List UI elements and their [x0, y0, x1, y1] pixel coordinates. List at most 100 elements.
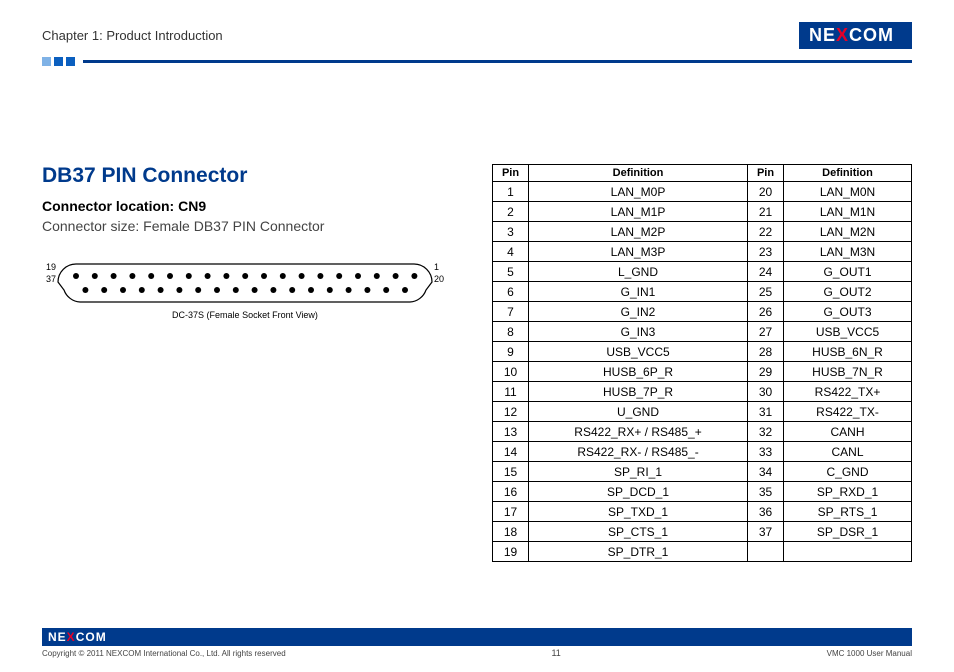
th-def-right: Definition [784, 165, 912, 182]
pin-cell: 15 [493, 462, 529, 482]
table-row: 13RS422_RX+ / RS485_+32CANH [493, 422, 912, 442]
pin-cell: 10 [493, 362, 529, 382]
def-cell: SP_DSR_1 [784, 522, 912, 542]
section-heading: DB37 PIN Connector [42, 164, 448, 188]
pin-label-37: 37 [42, 274, 56, 284]
table-row: 15SP_RI_134C_GND [493, 462, 912, 482]
pin-cell: 36 [748, 502, 784, 522]
def-cell: U_GND [529, 402, 748, 422]
page-number: 11 [551, 648, 560, 658]
logo-pre: NE [809, 25, 836, 45]
th-pin-left: Pin [493, 165, 529, 182]
diagram-caption: DC-37S (Female Socket Front View) [42, 310, 448, 320]
pin-cell: 37 [748, 522, 784, 542]
pin-cell: 1 [493, 182, 529, 202]
def-cell: HUSB_7P_R [529, 382, 748, 402]
footer-logo-bar: NEXCOM [42, 628, 912, 646]
def-cell: SP_RXD_1 [784, 482, 912, 502]
pin-cell: 7 [493, 302, 529, 322]
pin-cell [748, 542, 784, 562]
pin-cell: 4 [493, 242, 529, 262]
footer-logo-x: X [67, 630, 76, 644]
footer-logo-post: COM [76, 630, 107, 644]
pin-cell: 23 [748, 242, 784, 262]
pin-label-19: 19 [42, 262, 56, 272]
pin-cell: 12 [493, 402, 529, 422]
pin-cell: 29 [748, 362, 784, 382]
pin-label-1: 1 [434, 262, 448, 272]
table-row: 12U_GND31RS422_TX- [493, 402, 912, 422]
connector-size: Connector size: Female DB37 PIN Connecto… [42, 218, 448, 234]
def-cell: L_GND [529, 262, 748, 282]
pin-cell: 21 [748, 202, 784, 222]
table-row: 5L_GND24G_OUT1 [493, 262, 912, 282]
table-row: 14RS422_RX- / RS485_-33CANL [493, 442, 912, 462]
pin-cell: 11 [493, 382, 529, 402]
def-cell [784, 542, 912, 562]
def-cell: RS422_RX+ / RS485_+ [529, 422, 748, 442]
def-cell: G_OUT3 [784, 302, 912, 322]
table-row: 9USB_VCC528HUSB_6N_R [493, 342, 912, 362]
def-cell: SP_DCD_1 [529, 482, 748, 502]
copyright-text: Copyright © 2011 NEXCOM International Co… [42, 649, 286, 658]
def-cell: G_IN3 [529, 322, 748, 342]
pin-cell: 18 [493, 522, 529, 542]
pin-cell: 20 [748, 182, 784, 202]
pin-cell: 14 [493, 442, 529, 462]
def-cell: LAN_M2N [784, 222, 912, 242]
table-row: 4LAN_M3P23LAN_M3N [493, 242, 912, 262]
table-row: 10HUSB_6P_R29HUSB_7N_R [493, 362, 912, 382]
def-cell: HUSB_6P_R [529, 362, 748, 382]
def-cell: SP_RI_1 [529, 462, 748, 482]
def-cell: SP_DTR_1 [529, 542, 748, 562]
def-cell: LAN_M3P [529, 242, 748, 262]
def-cell: SP_TXD_1 [529, 502, 748, 522]
def-cell: USB_VCC5 [529, 342, 748, 362]
connector-location: Connector location: CN9 [42, 198, 448, 214]
db37-socket-icon [56, 262, 434, 304]
pin-cell: 26 [748, 302, 784, 322]
pin-cell: 8 [493, 322, 529, 342]
pin-cell: 30 [748, 382, 784, 402]
pin-cell: 16 [493, 482, 529, 502]
def-cell: RS422_TX+ [784, 382, 912, 402]
table-row: 2LAN_M1P21LAN_M1N [493, 202, 912, 222]
brand-logo: NEXCOM [799, 22, 912, 49]
table-row: 3LAN_M2P22LAN_M2N [493, 222, 912, 242]
def-cell: G_OUT2 [784, 282, 912, 302]
footer-logo-pre: NE [48, 630, 67, 644]
def-cell: HUSB_6N_R [784, 342, 912, 362]
pin-cell: 28 [748, 342, 784, 362]
pin-label-20: 20 [434, 274, 448, 284]
manual-name: VMC 1000 User Manual [827, 649, 912, 658]
logo-post: COM [849, 25, 894, 45]
header-rule [42, 54, 912, 68]
def-cell: SP_RTS_1 [784, 502, 912, 522]
def-cell: CANH [784, 422, 912, 442]
pin-cell: 19 [493, 542, 529, 562]
pin-definition-table: Pin Definition Pin Definition 1LAN_M0P20… [492, 164, 912, 562]
logo-x: X [836, 25, 849, 45]
pin-cell: 25 [748, 282, 784, 302]
def-cell: C_GND [784, 462, 912, 482]
def-cell: LAN_M0N [784, 182, 912, 202]
pin-cell: 32 [748, 422, 784, 442]
pin-cell: 5 [493, 262, 529, 282]
def-cell: RS422_TX- [784, 402, 912, 422]
pin-cell: 35 [748, 482, 784, 502]
def-cell: CANL [784, 442, 912, 462]
pin-cell: 27 [748, 322, 784, 342]
def-cell: G_IN2 [529, 302, 748, 322]
chapter-title: Chapter 1: Product Introduction [42, 28, 223, 43]
table-row: 1LAN_M0P20LAN_M0N [493, 182, 912, 202]
def-cell: RS422_RX- / RS485_- [529, 442, 748, 462]
def-cell: G_OUT1 [784, 262, 912, 282]
table-row: 16SP_DCD_135SP_RXD_1 [493, 482, 912, 502]
def-cell: LAN_M0P [529, 182, 748, 202]
connector-diagram: 19 37 1 20 DC-37S (Female Socket Front V… [42, 262, 448, 320]
table-row: 18SP_CTS_137SP_DSR_1 [493, 522, 912, 542]
pin-cell: 33 [748, 442, 784, 462]
pin-cell: 34 [748, 462, 784, 482]
table-row: 6G_IN125G_OUT2 [493, 282, 912, 302]
def-cell: SP_CTS_1 [529, 522, 748, 542]
